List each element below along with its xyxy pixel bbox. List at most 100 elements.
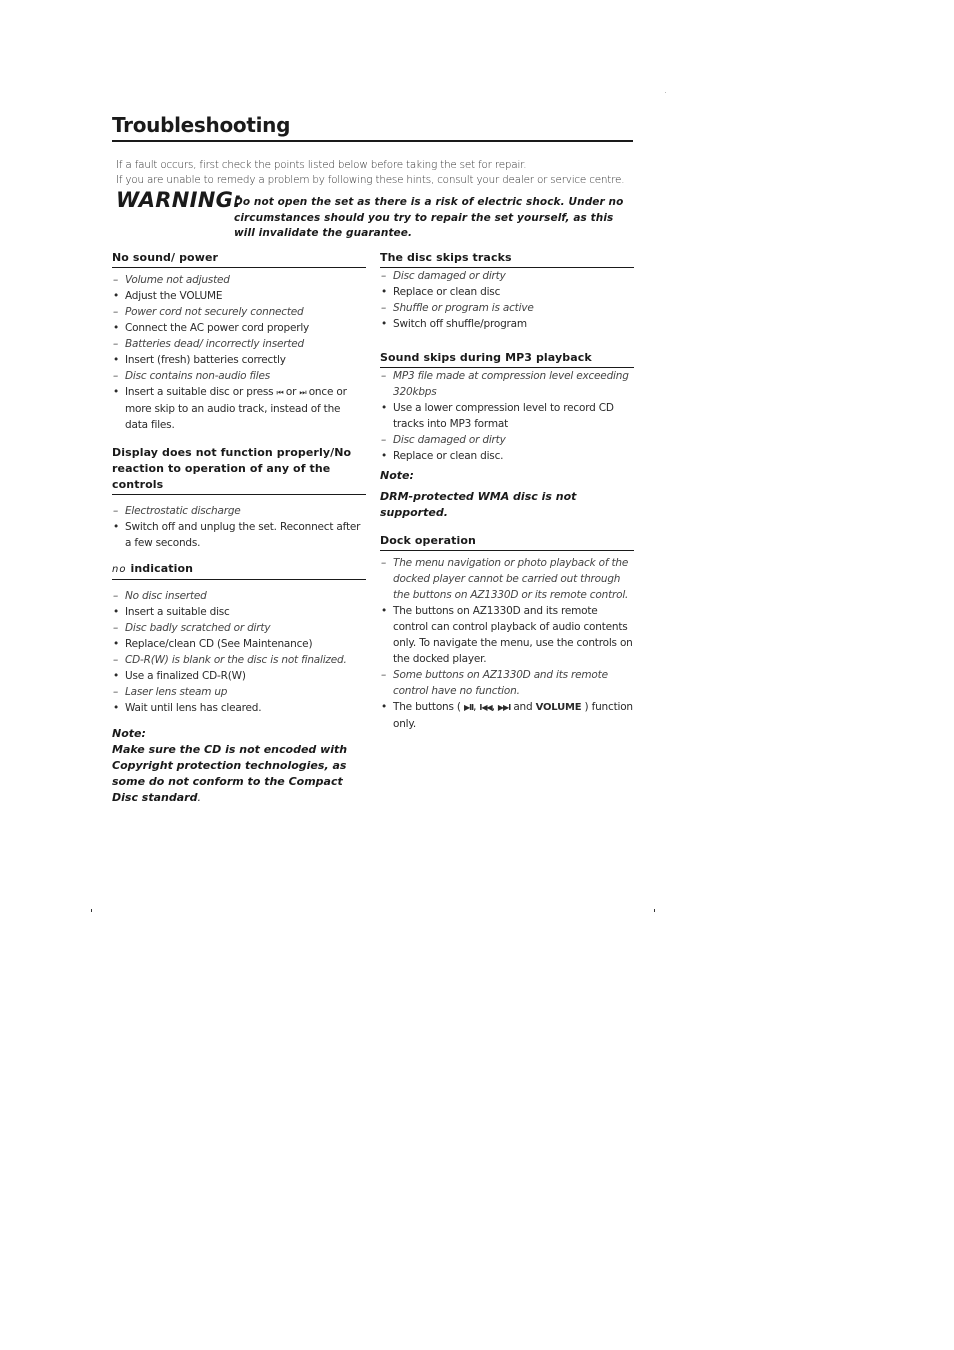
dash-marker: – xyxy=(113,622,119,634)
volume-label: VOLUME xyxy=(535,702,582,713)
note-tail: . xyxy=(197,791,201,804)
item-list: – Electrostatic discharge • Switch off and … xyxy=(112,503,366,551)
remedy-text: Use a lower compression level to record … xyxy=(393,402,614,430)
bullet-marker: • xyxy=(113,521,119,533)
remedy-item: • Wait until lens has cleared. xyxy=(112,700,366,716)
item-list: • The buttons ( ▶II, I◀◀, ▶▶I and VOLUME… xyxy=(380,699,634,732)
section-dock: Dock operation – The menu navigation or p… xyxy=(380,533,634,732)
cause-item: – CD-R(W) is blank or the disc is not fin… xyxy=(112,652,366,668)
note-body: Make sure the CD is not encoded with Cop… xyxy=(112,743,348,804)
dash-marker: – xyxy=(381,434,387,446)
remedy-item: • Switch off and unplug the set. Reconnec… xyxy=(112,519,366,551)
bullet-marker: • xyxy=(113,290,119,302)
dash-marker: – xyxy=(113,505,119,517)
cause-text: Some buttons on AZ1330D and its remote c… xyxy=(393,669,608,697)
dash-marker: – xyxy=(113,654,119,666)
bullet-marker: • xyxy=(381,450,387,462)
cause-item: – No disc inserted xyxy=(112,588,366,604)
previous-track-icon: I◀◀ xyxy=(479,703,492,712)
warning-text: Do not open the set as there is a risk o… xyxy=(234,196,624,239)
right-column: The disc skips tracks – Disc damaged or d… xyxy=(380,250,634,732)
remedy-text: Insert a suitable disc or press xyxy=(125,386,277,398)
section-heading: Display does not function properly/No re… xyxy=(112,445,366,495)
display-no-icon: no xyxy=(112,564,127,575)
remedy-text: Switch off and unplug the set. Reconnect… xyxy=(125,521,361,549)
remedy-text: Replace or clean disc xyxy=(393,286,501,298)
remedy-item: • Switch off shuffle/program xyxy=(380,316,634,332)
cause-text: Disc badly scratched or dirty xyxy=(125,622,271,634)
left-column: No sound/ power – Volume not adjusted • Adj… xyxy=(112,250,366,806)
cause-text: Laser lens steam up xyxy=(125,686,228,698)
intro-line: If a fault occurs, first check the point… xyxy=(116,159,527,171)
dash-marker: – xyxy=(381,557,387,569)
cause-text: Power cord not securely connected xyxy=(125,306,304,318)
section-disc-skips: The disc skips tracks – Disc damaged or d… xyxy=(380,250,634,332)
item-list: • Insert a suitable disc or press ⏮ or ⏭… xyxy=(112,384,366,433)
cause-text: Disc contains non-audio files xyxy=(125,370,270,382)
cause-item: – Volume not adjusted xyxy=(112,272,366,288)
section-mp3-skips: Sound skips during MP3 playback – MP3 fil… xyxy=(380,350,634,464)
section-no-indication: no indication – No disc inserted • Insert a … xyxy=(112,561,366,716)
item-list: – The menu navigation or photo playback o… xyxy=(380,555,634,699)
note-text: DRM-protected WMA disc is not supported. xyxy=(380,490,577,519)
remedy-item: • Insert a suitable disc or press ⏮ or ⏭… xyxy=(112,384,366,433)
remedy-item: • Replace/clean CD (See Maintenance) xyxy=(112,636,366,652)
warning-label: WARNING: xyxy=(116,188,242,212)
dash-marker: – xyxy=(381,370,387,382)
cause-text: Disc damaged or dirty xyxy=(393,270,506,282)
cause-text: Disc damaged or dirty xyxy=(393,434,506,446)
bullet-marker: • xyxy=(381,286,387,298)
note-drm: Note: DRM-protected WMA disc is not supp… xyxy=(380,468,634,521)
note-cd-copyright: Note: Make sure the CD is not encoded wi… xyxy=(112,726,366,806)
note-label: Note: xyxy=(112,727,146,740)
remedy-item: • Use a lower compression level to record… xyxy=(380,400,634,432)
item-list: – MP3 file made at compression level exce… xyxy=(380,368,634,464)
cause-item: – Laser lens steam up xyxy=(112,684,366,700)
intro: If a fault occurs, first check the point… xyxy=(116,158,636,188)
section-heading: no indication xyxy=(112,561,366,580)
remedy-text: The buttons on AZ1330D and its remote co… xyxy=(393,605,633,665)
cause-text: CD-R(W) is blank or the disc is not fina… xyxy=(125,654,347,666)
cause-item: – Disc badly scratched or dirty xyxy=(112,620,366,636)
remedy-text: Insert (fresh) batteries correctly xyxy=(125,354,286,366)
remedy-text: Wait until lens has cleared. xyxy=(125,702,262,714)
remedy-text: and xyxy=(510,701,536,713)
cause-item: – Power cord not securely connected xyxy=(112,304,366,320)
section-heading: No sound/ power xyxy=(112,250,366,268)
cause-text: Batteries dead/ incorrectly inserted xyxy=(125,338,305,350)
remedy-item: • Replace or clean disc. xyxy=(380,448,634,464)
cause-text: Shuffle or program is active xyxy=(393,302,534,314)
cause-item: – Batteries dead/ incorrectly inserted xyxy=(112,336,366,352)
bullet-marker: • xyxy=(113,702,119,714)
note-label: Note: xyxy=(380,469,414,482)
cause-item: – MP3 file made at compression level exce… xyxy=(380,368,634,400)
remedy-text: or xyxy=(282,386,300,398)
dash-marker: – xyxy=(113,590,119,602)
remedy-text: Switch off shuffle/program xyxy=(393,318,527,330)
item-list: – Disc damaged or dirty • Replace or clean … xyxy=(380,268,634,332)
remedy-text: The buttons ( xyxy=(393,701,464,713)
crop-mark xyxy=(654,909,655,912)
next-track-icon: ▶▶I xyxy=(497,703,511,712)
dash-marker: – xyxy=(113,274,119,286)
remedy-text: Connect the AC power cord properly xyxy=(125,322,310,334)
crop-mark xyxy=(665,92,666,93)
cause-item: – Electrostatic discharge xyxy=(112,503,366,519)
dash-marker: – xyxy=(381,270,387,282)
cause-text: Electrostatic discharge xyxy=(125,505,241,517)
cause-text: No disc inserted xyxy=(125,590,207,602)
dash-marker: – xyxy=(113,686,119,698)
remedy-item: • The buttons on AZ1330D and its remote c… xyxy=(380,603,634,667)
cause-item: – The menu navigation or photo playback o… xyxy=(380,555,634,603)
cause-text: MP3 file made at compression level excee… xyxy=(393,370,629,398)
remedy-item: • Insert a suitable disc xyxy=(112,604,366,620)
bullet-marker: • xyxy=(113,606,119,618)
cause-text: Volume not adjusted xyxy=(125,274,230,286)
section-heading: Sound skips during MP3 playback xyxy=(380,350,634,368)
play-pause-icon: ▶II xyxy=(463,703,474,712)
cause-item: – Some buttons on AZ1330D and its remote … xyxy=(380,667,634,699)
intro-line: If you are unable to remedy a problem by… xyxy=(116,174,625,186)
bullet-marker: • xyxy=(113,386,119,398)
crop-mark xyxy=(91,909,92,912)
remedy-text: Replace/clean CD (See Maintenance) xyxy=(125,638,313,650)
